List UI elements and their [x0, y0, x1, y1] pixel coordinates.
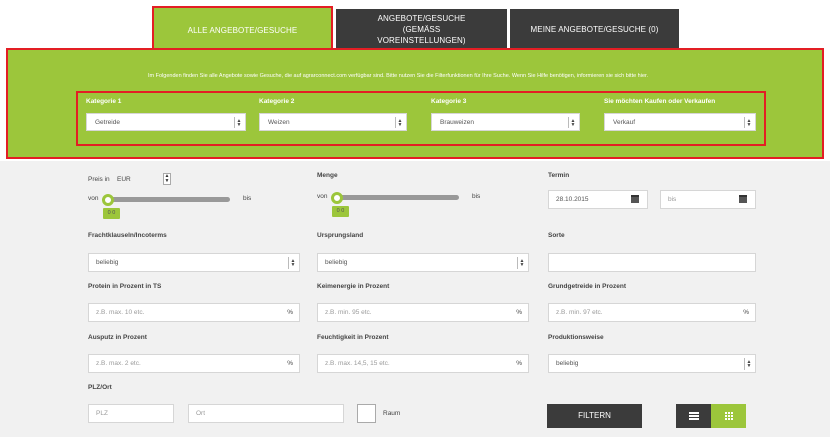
list-icon: [688, 411, 699, 421]
moisture-placeholder: z.B. max. 14,5, 15 etc.: [325, 360, 390, 367]
price-slider-track[interactable]: [104, 197, 230, 202]
germination-unit: %: [516, 309, 522, 316]
category-2: Kategorie 2 Weizen ▲ ▼: [259, 98, 407, 131]
currency-select[interactable]: ▲ ▼: [163, 173, 171, 185]
filter-button[interactable]: FILTERN: [547, 404, 642, 428]
moisture-input[interactable]: z.B. max. 14,5, 15 etc.%: [317, 354, 529, 373]
tab-my-offers-label: MEINE ANGEBOTE/GESUCHE (0): [530, 25, 659, 34]
category-1-value: Getreide: [95, 119, 120, 126]
origin-label: Ursprungsland: [317, 232, 364, 239]
ort-placeholder: Ort: [196, 410, 206, 417]
production-select[interactable]: beliebig ▲ ▼: [548, 354, 756, 373]
tab-my-offers[interactable]: MEINE ANGEBOTE/GESUCHE (0): [510, 9, 679, 50]
buy-sell-label: Sie möchten Kaufen oder Verkaufen: [604, 98, 716, 105]
quantity-slider-value: 0 0: [332, 206, 349, 217]
calendar-icon: [631, 195, 639, 203]
chevron-updown-icon: ▲ ▼: [744, 358, 753, 370]
chevron-updown-icon: ▲ ▼: [568, 117, 577, 128]
production-value: beliebig: [556, 360, 579, 367]
date-to-placeholder: bis: [668, 196, 677, 203]
tab-all-offers-label: ALLE ANGEBOTE/GESUCHE: [187, 25, 298, 35]
variety-input[interactable]: [548, 253, 756, 272]
quantity-from-label: von: [317, 193, 328, 200]
category-3-select[interactable]: Brauweizen ▲ ▼: [431, 113, 580, 131]
screenings-label: Ausputz in Prozent: [88, 334, 147, 341]
price-label: Preis in: [88, 176, 110, 183]
plz-placeholder: PLZ: [96, 410, 108, 417]
date-label: Termin: [548, 172, 570, 179]
date-to-input[interactable]: bis: [660, 190, 756, 209]
screenings-input[interactable]: z.B. max. 2 etc.%: [88, 354, 300, 373]
chevron-updown-icon: ▲ ▼: [234, 117, 243, 128]
quantity-slider-track[interactable]: [333, 195, 459, 200]
variety-label: Sorte: [548, 232, 565, 239]
category-2-select[interactable]: Weizen ▲ ▼: [259, 113, 407, 131]
quantity-slider-handle[interactable]: [331, 192, 343, 204]
price-to-label: bis: [243, 195, 252, 202]
category-selectors: Kategorie 1 Getreide ▲ ▼ Kategorie 2 Weize…: [76, 91, 766, 146]
origin-select[interactable]: beliebig ▲ ▼: [317, 253, 529, 272]
chevron-updown-icon: ▲ ▼: [288, 257, 297, 269]
category-2-label: Kategorie 2: [259, 98, 295, 105]
raum-checkbox[interactable]: [357, 404, 376, 423]
date-from-input[interactable]: 28.10.2015: [548, 190, 648, 209]
tab-bar: ALLE ANGEBOTE/GESUCHE ANGEBOTE/GESUCHE (…: [152, 6, 679, 52]
quantity-label: Menge: [317, 172, 338, 179]
moisture-unit: %: [516, 360, 522, 367]
freight-select[interactable]: beliebig ▲ ▼: [88, 253, 300, 272]
raum-label: Raum: [383, 410, 401, 417]
category-2-value: Weizen: [268, 119, 290, 126]
tab-offers-preferences-label: ANGEBOTE/GESUCHE (GEMÄSS VOREINSTELLUNGE…: [377, 14, 466, 45]
base-grain-input[interactable]: z.B. min. 97 etc.%: [548, 303, 756, 322]
production-label: Produktionsweise: [548, 334, 604, 341]
category-1: Kategorie 1 Getreide ▲ ▼: [86, 98, 246, 131]
price-from-label: von: [88, 195, 99, 202]
calendar-icon: [739, 195, 747, 203]
protein-input[interactable]: z.B. max. 10 etc.%: [88, 303, 300, 322]
date-from-value: 28.10.2015: [556, 196, 589, 203]
category-3: Kategorie 3 Brauweizen ▲ ▼: [431, 98, 580, 131]
price-slider-handle[interactable]: [102, 194, 114, 206]
buy-sell-value: Verkauf: [613, 119, 636, 126]
category-3-value: Brauweizen: [440, 119, 474, 126]
list-view-button[interactable]: [676, 404, 711, 428]
category-filter-panel: Im Folgenden finden Sie alle Angebote so…: [6, 48, 824, 159]
base-grain-placeholder: z.B. min. 97 etc.: [556, 309, 603, 316]
grid-view-button[interactable]: [711, 404, 746, 428]
germination-placeholder: z.B. min. 95 etc.: [325, 309, 372, 316]
protein-label: Protein in Prozent in TS: [88, 283, 162, 290]
protein-placeholder: z.B. max. 10 etc.: [96, 309, 145, 316]
quantity-to-label: bis: [472, 193, 481, 200]
chevron-updown-icon: ▲ ▼: [744, 117, 753, 128]
category-3-label: Kategorie 3: [431, 98, 467, 105]
price-slider-value: 0 0: [103, 208, 120, 219]
tab-all-offers[interactable]: ALLE ANGEBOTE/GESUCHE: [152, 6, 333, 52]
grid-icon: [724, 412, 733, 420]
buy-sell-select[interactable]: Verkauf ▲ ▼: [604, 113, 756, 131]
tab-offers-preferences[interactable]: ANGEBOTE/GESUCHE (GEMÄSS VOREINSTELLUNGE…: [336, 9, 507, 50]
screenings-placeholder: z.B. max. 2 etc.: [96, 360, 141, 367]
germination-input[interactable]: z.B. min. 95 etc.%: [317, 303, 529, 322]
screenings-unit: %: [287, 360, 293, 367]
germination-label: Keimenergie in Prozent: [317, 283, 390, 290]
chevron-updown-icon: ▲ ▼: [517, 257, 526, 269]
currency-value: EUR: [117, 176, 131, 183]
freight-value: beliebig: [96, 259, 119, 266]
protein-unit: %: [287, 309, 293, 316]
origin-value: beliebig: [325, 259, 348, 266]
base-grain-label: Grundgetreide in Prozent: [548, 283, 627, 290]
chevron-updown-icon: ▲ ▼: [395, 117, 404, 128]
freight-label: Frachtklauseln/Incoterms: [88, 232, 167, 239]
intro-text: Im Folgenden finden Sie alle Angebote so…: [148, 73, 649, 79]
plz-input[interactable]: PLZ: [88, 404, 174, 423]
moisture-label: Feuchtigkeit in Prozent: [317, 334, 389, 341]
buy-sell: Sie möchten Kaufen oder Verkaufen Verkau…: [604, 98, 756, 131]
location-label: PLZ/Ort: [88, 384, 112, 391]
category-1-label: Kategorie 1: [86, 98, 122, 105]
category-1-select[interactable]: Getreide ▲ ▼: [86, 113, 246, 131]
base-grain-unit: %: [743, 309, 749, 316]
ort-input[interactable]: Ort: [188, 404, 344, 423]
